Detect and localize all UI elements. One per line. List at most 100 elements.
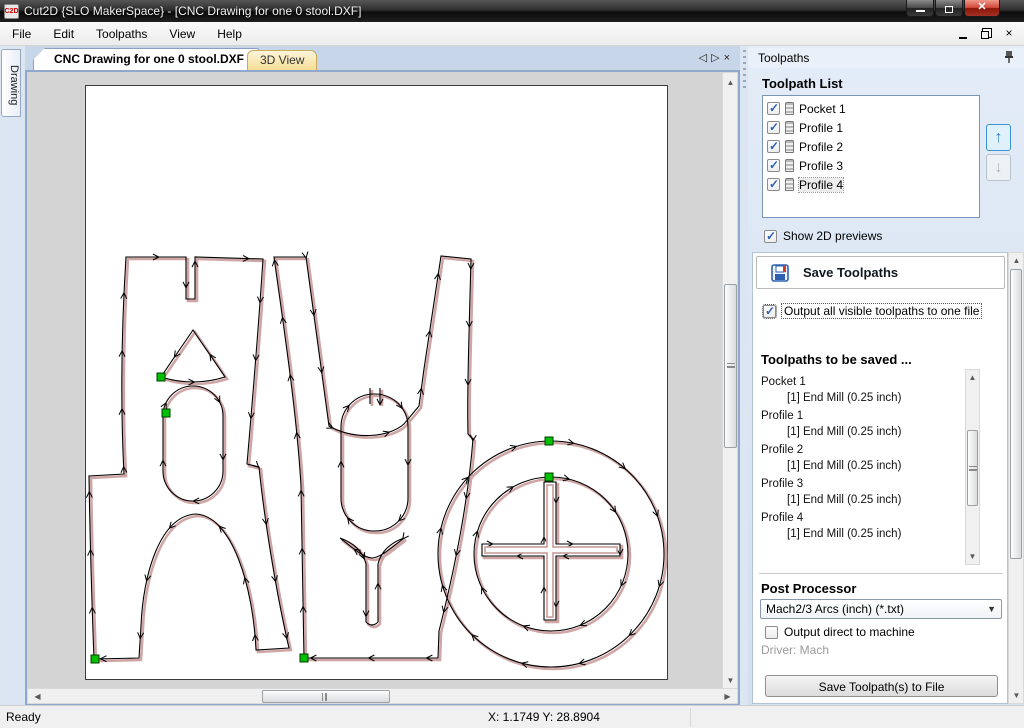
toolpath-item-label: Profile 4 <box>797 176 845 193</box>
post-processor-dropdown[interactable]: Mach2/3 Arcs (inch) (*.txt) ▼ <box>760 599 1002 619</box>
menu-bar: File Edit Toolpaths View Help <box>0 22 1024 46</box>
saved-toolpath-tool: [1] End Mill (0.25 inch) <box>787 392 902 404</box>
toolpath-middle-panel <box>274 256 477 662</box>
scrollbar-thumb[interactable] <box>1010 269 1022 559</box>
scrollbar-thumb[interactable] <box>262 690 390 703</box>
toolpath-cross-pocket <box>481 481 621 621</box>
canvas-vertical-scrollbar[interactable]: ▲ ▼ <box>722 72 738 691</box>
panel-splitter[interactable] <box>740 46 748 705</box>
menu-file[interactable]: File <box>2 24 41 44</box>
menu-help[interactable]: Help <box>207 24 252 44</box>
tab-close-icon[interactable]: × <box>724 52 734 64</box>
saved-list-scrollbar[interactable]: ▲ ▼ <box>965 369 980 565</box>
toolpaths-panel: Toolpaths Toolpath List Pocket 1 Profile… <box>748 46 1024 705</box>
output-one-file-label: Output all visible toolpaths to one file <box>780 303 983 319</box>
tab-navigation-buttons[interactable]: ◁▷× <box>699 51 734 64</box>
window-close-button[interactable]: ✕ <box>964 0 1000 17</box>
show-2d-previews-label: Show 2D previews <box>783 229 883 243</box>
minimize-icon <box>959 30 967 39</box>
start-point-marker <box>156 372 166 382</box>
scroll-right-icon[interactable]: ▶ <box>720 689 735 704</box>
minimize-icon <box>915 9 925 12</box>
scroll-down-icon[interactable]: ▼ <box>1009 688 1024 703</box>
scroll-up-icon[interactable]: ▲ <box>723 75 738 90</box>
save-toolpaths-to-file-button[interactable]: Save Toolpath(s) to File <box>765 675 998 697</box>
output-direct-label: Output direct to machine <box>784 625 915 639</box>
scroll-left-icon[interactable]: ◀ <box>30 689 45 704</box>
toolpath-left-panel <box>89 257 293 663</box>
drawing-page[interactable] <box>85 85 668 680</box>
saved-toolpath-tool: [1] End Mill (0.25 inch) <box>787 494 902 506</box>
canvas-horizontal-scrollbar[interactable]: ◀ ▶ <box>27 688 738 704</box>
panel-scrollbar[interactable]: ▲ ▼ <box>1008 252 1024 704</box>
saved-toolpath-name: Profile 2 <box>761 444 804 456</box>
tab-next-icon[interactable]: ▷ <box>711 52 723 64</box>
pin-icon[interactable] <box>1004 51 1014 63</box>
window-restore-button[interactable] <box>935 0 963 17</box>
output-direct-checkbox[interactable] <box>765 625 778 639</box>
scroll-down-icon[interactable]: ▼ <box>723 673 738 688</box>
saved-toolpath-tool: [1] End Mill (0.25 inch) <box>787 426 902 438</box>
toolpath-visibility-checkbox[interactable] <box>767 101 780 115</box>
mdi-minimize-button[interactable] <box>956 26 970 39</box>
toolpath-visibility-checkbox[interactable] <box>767 139 780 153</box>
saved-toolpath-tool: [1] End Mill (0.25 inch) <box>787 528 902 540</box>
toolpath-visibility-checkbox[interactable] <box>767 158 780 172</box>
scroll-down-icon[interactable]: ▼ <box>965 549 980 564</box>
start-point-marker <box>544 436 554 446</box>
toolpath-oval-cutout-middle <box>341 394 412 535</box>
toolpath-arrow-tenon <box>339 537 405 626</box>
toolpath-triangle-cutout <box>160 329 226 383</box>
toolpath-oval-cutout-left <box>162 385 224 502</box>
move-toolpath-up-button[interactable]: ↑ <box>986 124 1011 151</box>
divider <box>690 708 691 727</box>
scrollbar-thumb[interactable] <box>967 430 978 506</box>
tab-prev-icon[interactable]: ◁ <box>699 52 711 64</box>
output-one-file-checkbox[interactable] <box>762 303 777 319</box>
scroll-up-icon[interactable]: ▲ <box>965 370 980 385</box>
toolpath-item-label: Pocket 1 <box>799 101 846 116</box>
move-toolpath-down-button[interactable]: ↓ <box>986 154 1011 181</box>
saved-toolpath-tool: [1] End Mill (0.25 inch) <box>787 460 902 472</box>
toolpath-list-item[interactable]: Profile 4 <box>767 175 979 194</box>
driver-label: Driver: Mach <box>761 643 830 657</box>
toolpath-list-item[interactable]: Pocket 1 <box>767 99 979 118</box>
status-message: Ready <box>6 710 41 724</box>
toolpath-visibility-checkbox[interactable] <box>767 177 780 191</box>
menu-toolpaths[interactable]: Toolpaths <box>86 24 157 44</box>
end-mill-icon <box>785 178 794 191</box>
toolpath-list-item[interactable]: Profile 2 <box>767 137 979 156</box>
save-toolpaths-section: Save Toolpaths Output all visible toolpa… <box>752 252 1008 704</box>
scrollbar-thumb[interactable] <box>724 284 737 448</box>
window-minimize-button[interactable] <box>906 0 934 17</box>
mdi-window-controls: × <box>956 26 1016 39</box>
toolpath-oval-cutout-left <box>163 386 227 505</box>
toolpath-visibility-checkbox[interactable] <box>767 120 780 134</box>
toolpath-item-label: Profile 2 <box>799 139 844 154</box>
left-flyout-strip: Drawing <box>0 46 25 705</box>
scroll-up-icon[interactable]: ▲ <box>1009 253 1024 268</box>
show-2d-previews-checkbox[interactable] <box>764 229 777 243</box>
toolpath-left-panel <box>88 256 290 660</box>
toolpaths-to-be-saved-list: Pocket 1 [1] End Mill (0.25 inch) Profil… <box>761 371 961 541</box>
drawing-canvas[interactable]: ▲ ▼ ◀ ▶ <box>25 70 740 705</box>
end-mill-icon <box>785 121 794 134</box>
toolpath-arrow-tenon <box>341 538 407 629</box>
save-toolpaths-header: Save Toolpaths <box>756 256 1005 289</box>
tab-3d-view[interactable]: 3D View <box>247 50 318 70</box>
menu-edit[interactable]: Edit <box>43 24 84 44</box>
mdi-close-button[interactable]: × <box>1002 26 1016 39</box>
restore-icon <box>945 6 953 13</box>
mdi-restore-button[interactable] <box>979 26 993 39</box>
toolpath-oval-cutout-middle <box>340 393 409 532</box>
toolpath-item-label: Profile 1 <box>799 120 844 135</box>
status-bar: Ready X: 1.1749 Y: 28.8904 <box>0 705 1024 728</box>
drawing-flyout-tab[interactable]: Drawing <box>1 49 21 117</box>
tab-cnc-drawing[interactable]: CNC Drawing for one 0 stool.DXF <box>33 48 260 70</box>
end-mill-icon <box>785 140 794 153</box>
toolpath-list[interactable]: Pocket 1 Profile 1 Profile 2 Profile 3 P… <box>762 95 980 218</box>
toolpath-item-label: Profile 3 <box>799 158 844 173</box>
toolpath-list-item[interactable]: Profile 3 <box>767 156 979 175</box>
menu-view[interactable]: View <box>159 24 205 44</box>
toolpath-list-item[interactable]: Profile 1 <box>767 118 979 137</box>
